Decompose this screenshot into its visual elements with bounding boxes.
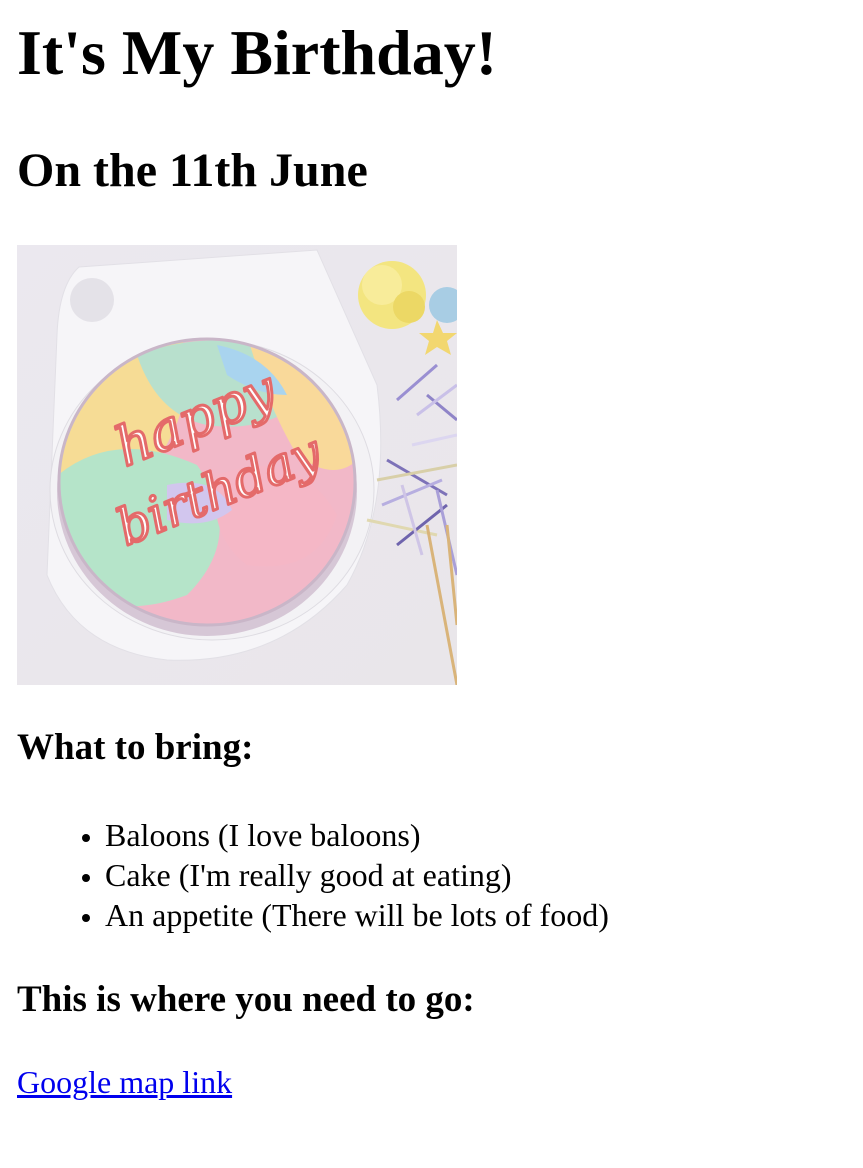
list-item: Baloons (I love baloons) — [105, 815, 609, 855]
list-item: An appetite (There will be lots of food) — [105, 895, 609, 935]
list-item: Cake (I'm really good at eating) — [105, 855, 609, 895]
page-title: It's My Birthday! — [17, 17, 497, 88]
what-to-bring-heading: What to bring: — [17, 727, 254, 768]
page: It's My Birthday! On the 11th June happy… — [0, 0, 863, 1168]
birthday-cake-image: happy birthday — [17, 245, 457, 685]
google-map-link[interactable]: Google map link — [17, 1062, 232, 1102]
where-to-go-heading: This is where you need to go: — [17, 979, 475, 1020]
bring-list: Baloons (I love baloons) Cake (I'm reall… — [17, 815, 609, 935]
date-heading: On the 11th June — [17, 144, 368, 197]
